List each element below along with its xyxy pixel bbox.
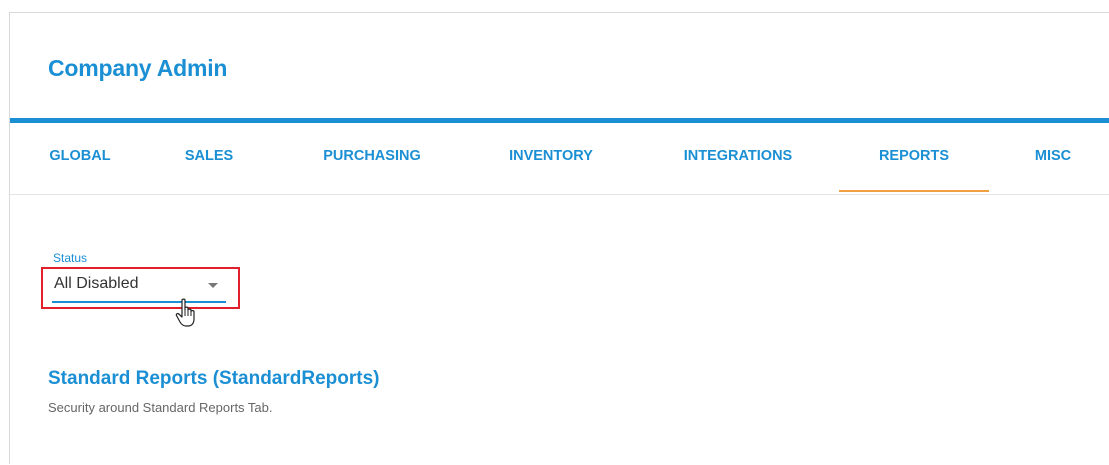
hand-pointer-icon [175, 298, 195, 327]
tab-reports[interactable]: REPORTS [839, 123, 989, 194]
tab-global[interactable]: GLOBAL [48, 123, 112, 194]
section-description: Security around Standard Reports Tab. [48, 400, 273, 415]
chevron-down-icon [208, 283, 218, 288]
tab-misc[interactable]: MISC [1029, 123, 1077, 194]
tab-inventory[interactable]: INVENTORY [499, 123, 603, 194]
tab-content: Status All Disabled Standard Reports (St… [10, 195, 1109, 465]
page-title: Company Admin [48, 55, 228, 81]
tab-sales[interactable]: SALES [184, 123, 234, 194]
status-select[interactable]: All Disabled [52, 271, 226, 303]
status-label: Status [53, 251, 88, 265]
tab-purchasing[interactable]: PURCHASING [311, 123, 433, 194]
section-title: Standard Reports (StandardReports) [48, 368, 380, 389]
tab-integrations[interactable]: INTEGRATIONS [669, 123, 807, 194]
page-header: Company Admin [10, 13, 1109, 118]
tab-bar: GLOBAL SALES PURCHASING INVENTORY INTEGR… [10, 123, 1109, 195]
app-frame: Company Admin GLOBAL SALES PURCHASING IN… [9, 12, 1109, 464]
status-select-value: All Disabled [54, 275, 139, 292]
